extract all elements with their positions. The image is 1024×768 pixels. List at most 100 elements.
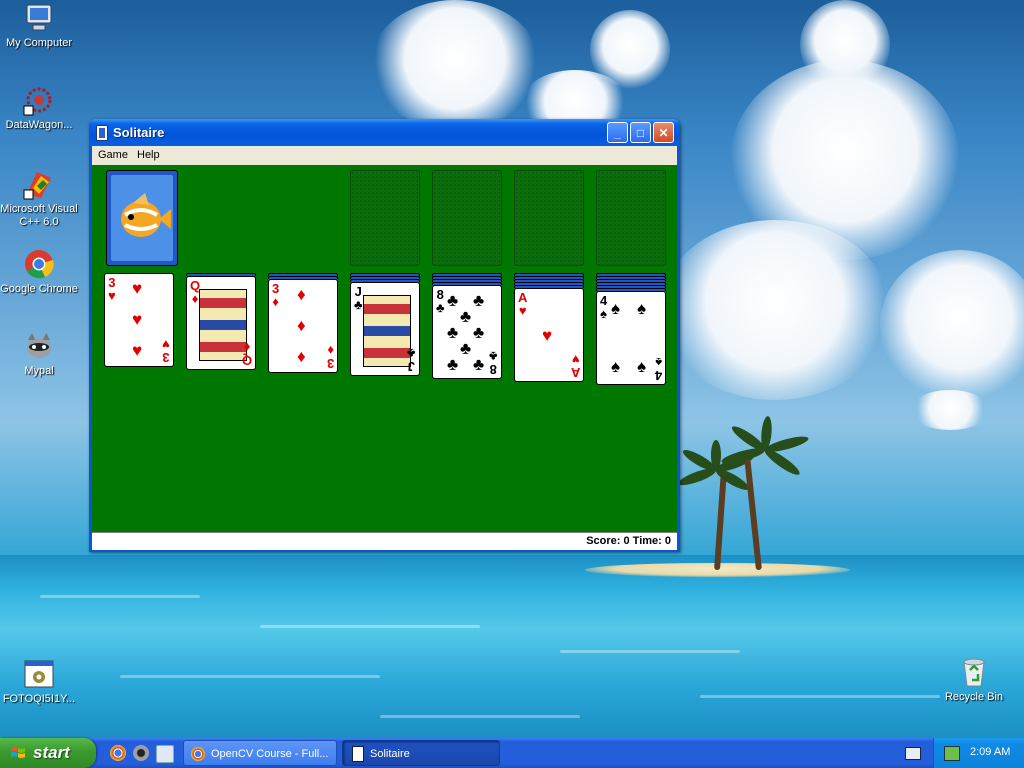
- taskbar-item-label: Solitaire: [370, 748, 410, 760]
- tableau-card[interactable]: 8 ♣ ♣ ♣ ♣ ♣ ♣ ♣ ♣ ♣ 8 ♣: [432, 285, 502, 379]
- tableau-card[interactable]: A ♥ ♥ A ♥: [514, 288, 584, 382]
- heart-icon: ♥: [162, 337, 170, 352]
- taskbar-item-label: OpenCV Course - Full...: [211, 748, 329, 760]
- taskbar-item-opencv[interactable]: OpenCV Course - Full...: [183, 740, 337, 766]
- wave: [40, 595, 200, 598]
- desktop-icon-recycle-bin[interactable]: Recycle Bin: [934, 656, 1014, 704]
- wave: [700, 695, 940, 698]
- card-corner: 3 ♦: [272, 282, 279, 308]
- desktop-icon-google-chrome[interactable]: Google Chrome: [0, 248, 79, 296]
- fish-card-back-icon: [111, 175, 173, 261]
- taskbar-item-solitaire[interactable]: Solitaire: [342, 740, 500, 766]
- start-button[interactable]: start: [0, 738, 96, 768]
- system-tray: 2:09 AM: [933, 738, 1024, 768]
- diamond-icon: ♦: [297, 285, 306, 304]
- card-corner: 4 ♠: [600, 294, 607, 320]
- club-icon: ♣: [473, 323, 485, 342]
- cloud: [660, 220, 890, 400]
- minimize-button[interactable]: _: [607, 122, 628, 143]
- spade-icon: ♠: [637, 299, 647, 318]
- desktop-icon-label: Microsoft Visual C++ 6.0: [0, 203, 78, 228]
- spade-icon: ♠: [611, 299, 621, 318]
- application-icon: [23, 658, 55, 690]
- cloud: [800, 0, 890, 90]
- club-icon: ♣: [473, 355, 485, 374]
- card-corner: A ♥: [571, 352, 580, 380]
- spade-icon: ♠: [611, 357, 621, 376]
- club-icon: ♣: [407, 346, 416, 361]
- clock[interactable]: 2:09 AM: [970, 746, 1010, 758]
- ie-icon[interactable]: [156, 745, 174, 763]
- tableau-card[interactable]: J ♣ J ♣: [350, 282, 420, 376]
- solitaire-window[interactable]: Solitaire _ □ ✕ Game Help 3 ♥ ♥ ♥ ♥ 3 ♥ …: [89, 119, 680, 552]
- chrome-icon[interactable]: [110, 745, 126, 761]
- title-bar[interactable]: Solitaire _ □ ✕: [89, 119, 680, 146]
- heart-icon: ♥: [132, 341, 143, 360]
- menu-game[interactable]: Game: [98, 149, 128, 161]
- tableau-card[interactable]: 3 ♦ ♦ ♦ ♦ 3 ♦: [268, 279, 338, 373]
- keyboard-icon[interactable]: [905, 747, 921, 760]
- visual-cpp-icon: [23, 168, 55, 200]
- card-corner: 8 ♣: [489, 349, 498, 377]
- chrome-icon: [23, 248, 55, 280]
- taskbar: start OpenCV Course - Full... Solitaire …: [0, 738, 1024, 768]
- diamond-icon: ♦: [243, 340, 251, 355]
- desktop-icon-label: FOTOQI5I1Y...: [2, 693, 76, 705]
- foundation-slot[interactable]: [514, 170, 584, 266]
- diamond-icon: ♦: [297, 316, 306, 335]
- cloud: [880, 250, 1024, 400]
- card-corner: 4 ♠: [654, 355, 662, 383]
- tableau-card[interactable]: 4 ♠ ♠ ♠ ♠ ♠ 4 ♠: [596, 291, 666, 385]
- wave: [260, 625, 480, 628]
- foundation-slot[interactable]: [596, 170, 666, 266]
- card-rank: J: [408, 359, 416, 374]
- desktop[interactable]: My Computer DataWagon... Microsoft Visua…: [0, 0, 1024, 768]
- card-corner: 3 ♥: [108, 276, 116, 302]
- tableau-card[interactable]: Q ♦ Q ♦: [186, 276, 256, 370]
- chrome-icon: [191, 747, 205, 761]
- diamond-icon: ♦: [272, 294, 279, 309]
- windows-logo-icon: [11, 747, 25, 758]
- datawagon-icon: [23, 84, 55, 116]
- foundation-slot[interactable]: [432, 170, 502, 266]
- foundation-slot[interactable]: [350, 170, 420, 266]
- cloud: [910, 390, 990, 430]
- cloud: [590, 10, 670, 90]
- network-icon[interactable]: [944, 746, 960, 761]
- solitaire-app-icon: [352, 746, 364, 762]
- card-corner: 3 ♥: [162, 337, 170, 365]
- desktop-icon-visual-cpp[interactable]: Microsoft Visual C++ 6.0: [0, 168, 79, 229]
- diamond-icon: ♦: [297, 347, 306, 366]
- close-button[interactable]: ✕: [653, 122, 674, 143]
- desktop-icon-my-computer[interactable]: My Computer: [0, 2, 79, 50]
- club-icon: ♣: [436, 300, 445, 315]
- solitaire-app-icon: [96, 125, 108, 141]
- menu-help[interactable]: Help: [137, 149, 160, 161]
- card-rank: 8: [490, 362, 498, 377]
- stock-pile[interactable]: [106, 170, 178, 266]
- tableau-card[interactable]: 3 ♥ ♥ ♥ ♥ 3 ♥: [104, 273, 174, 367]
- card-rank: 3: [162, 350, 170, 365]
- mypal-icon[interactable]: [133, 745, 149, 761]
- desktop-icon-label: Google Chrome: [0, 283, 78, 295]
- club-icon: ♣: [489, 349, 498, 364]
- card-rank: Q: [241, 353, 252, 368]
- card-rank: 3: [326, 356, 334, 371]
- spade-icon: ♠: [637, 357, 647, 376]
- card-corner: Q ♦: [241, 340, 252, 368]
- club-icon: ♣: [473, 291, 485, 310]
- heart-icon: ♥: [132, 279, 143, 298]
- game-felt[interactable]: 3 ♥ ♥ ♥ ♥ 3 ♥ Q ♦ Q ♦ 3 ♦ ♦ ♦ ♦ 3 ♦ J ♣ …: [92, 165, 677, 532]
- desktop-icon-datawagon[interactable]: DataWagon...: [0, 84, 79, 132]
- diamond-icon: ♦: [191, 291, 199, 306]
- sea: [0, 555, 1024, 740]
- card-corner: 3 ♦: [326, 343, 334, 371]
- desktop-icon-fotoqi[interactable]: FOTOQI5I1Y...: [0, 658, 79, 706]
- desktop-icon-mypal[interactable]: Mypal: [0, 330, 79, 378]
- heart-icon: ♥: [132, 310, 143, 329]
- spade-icon: ♠: [654, 355, 662, 370]
- maximize-button[interactable]: □: [630, 122, 651, 143]
- card-corner: A ♥: [518, 291, 527, 317]
- heart-icon: ♥: [542, 326, 553, 345]
- desktop-icon-label: DataWagon...: [5, 119, 73, 131]
